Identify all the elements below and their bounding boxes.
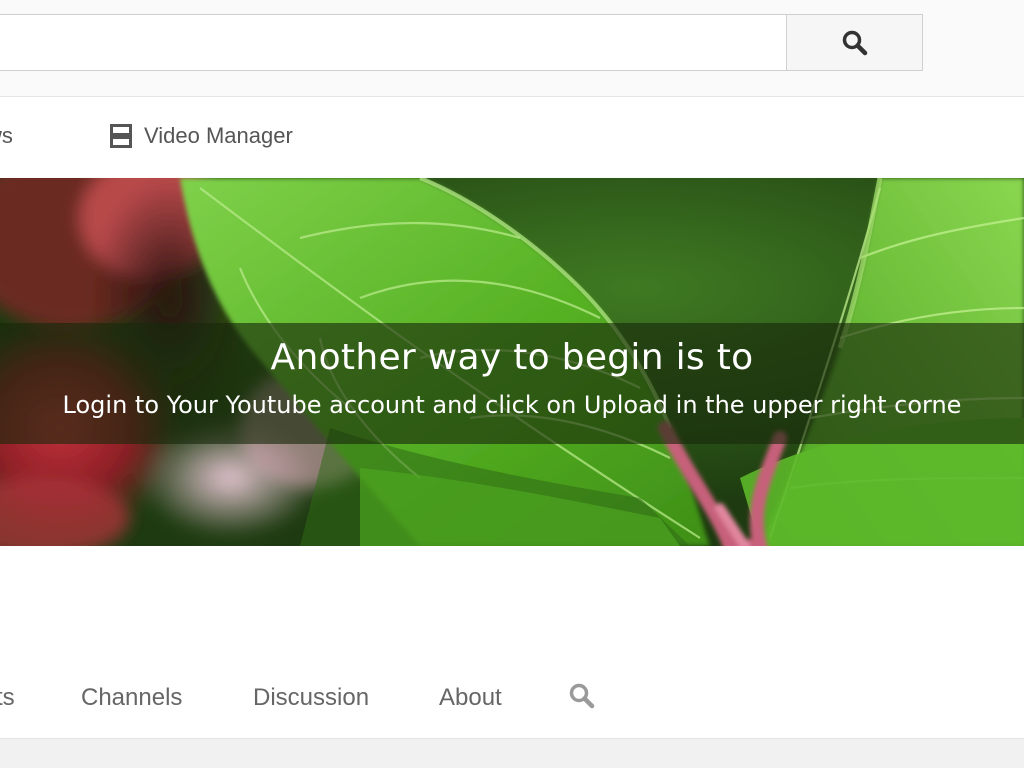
banner-subtitle: Login to Your Youtube account and click …	[62, 391, 962, 419]
content-divider	[0, 738, 1024, 768]
banner-caption-overlay: Another way to begin is to Login to Your…	[0, 323, 1024, 444]
tab-about[interactable]: About	[439, 684, 502, 712]
search-input[interactable]	[0, 14, 786, 71]
tab-discussion[interactable]: Discussion	[253, 684, 369, 712]
search-icon	[842, 30, 867, 55]
subnav-item-label: ws	[0, 123, 13, 148]
channel-subnav: ws Video Manager	[0, 97, 1024, 177]
tab-playlists[interactable]: ts	[0, 684, 15, 712]
channel-body: ts Channels Discussion About	[0, 546, 1024, 738]
video-manager-icon	[110, 124, 132, 148]
search-button[interactable]	[786, 14, 923, 71]
banner-title: Another way to begin is to	[270, 337, 754, 378]
subnav-item-video-manager[interactable]: Video Manager	[110, 123, 293, 149]
subnav-item-news[interactable]: ws	[0, 123, 13, 149]
channel-banner: Another way to begin is to Login to Your…	[0, 178, 1024, 546]
youtube-channel-page: ws Video Manager	[0, 0, 1024, 768]
tab-channels[interactable]: Channels	[81, 684, 182, 712]
subnav-item-label: Video Manager	[144, 123, 293, 148]
top-search-bar	[0, 0, 1024, 97]
search-icon	[569, 683, 595, 709]
channel-search-button[interactable]	[568, 682, 596, 717]
channel-tabs: ts Channels Discussion About	[0, 674, 1024, 724]
